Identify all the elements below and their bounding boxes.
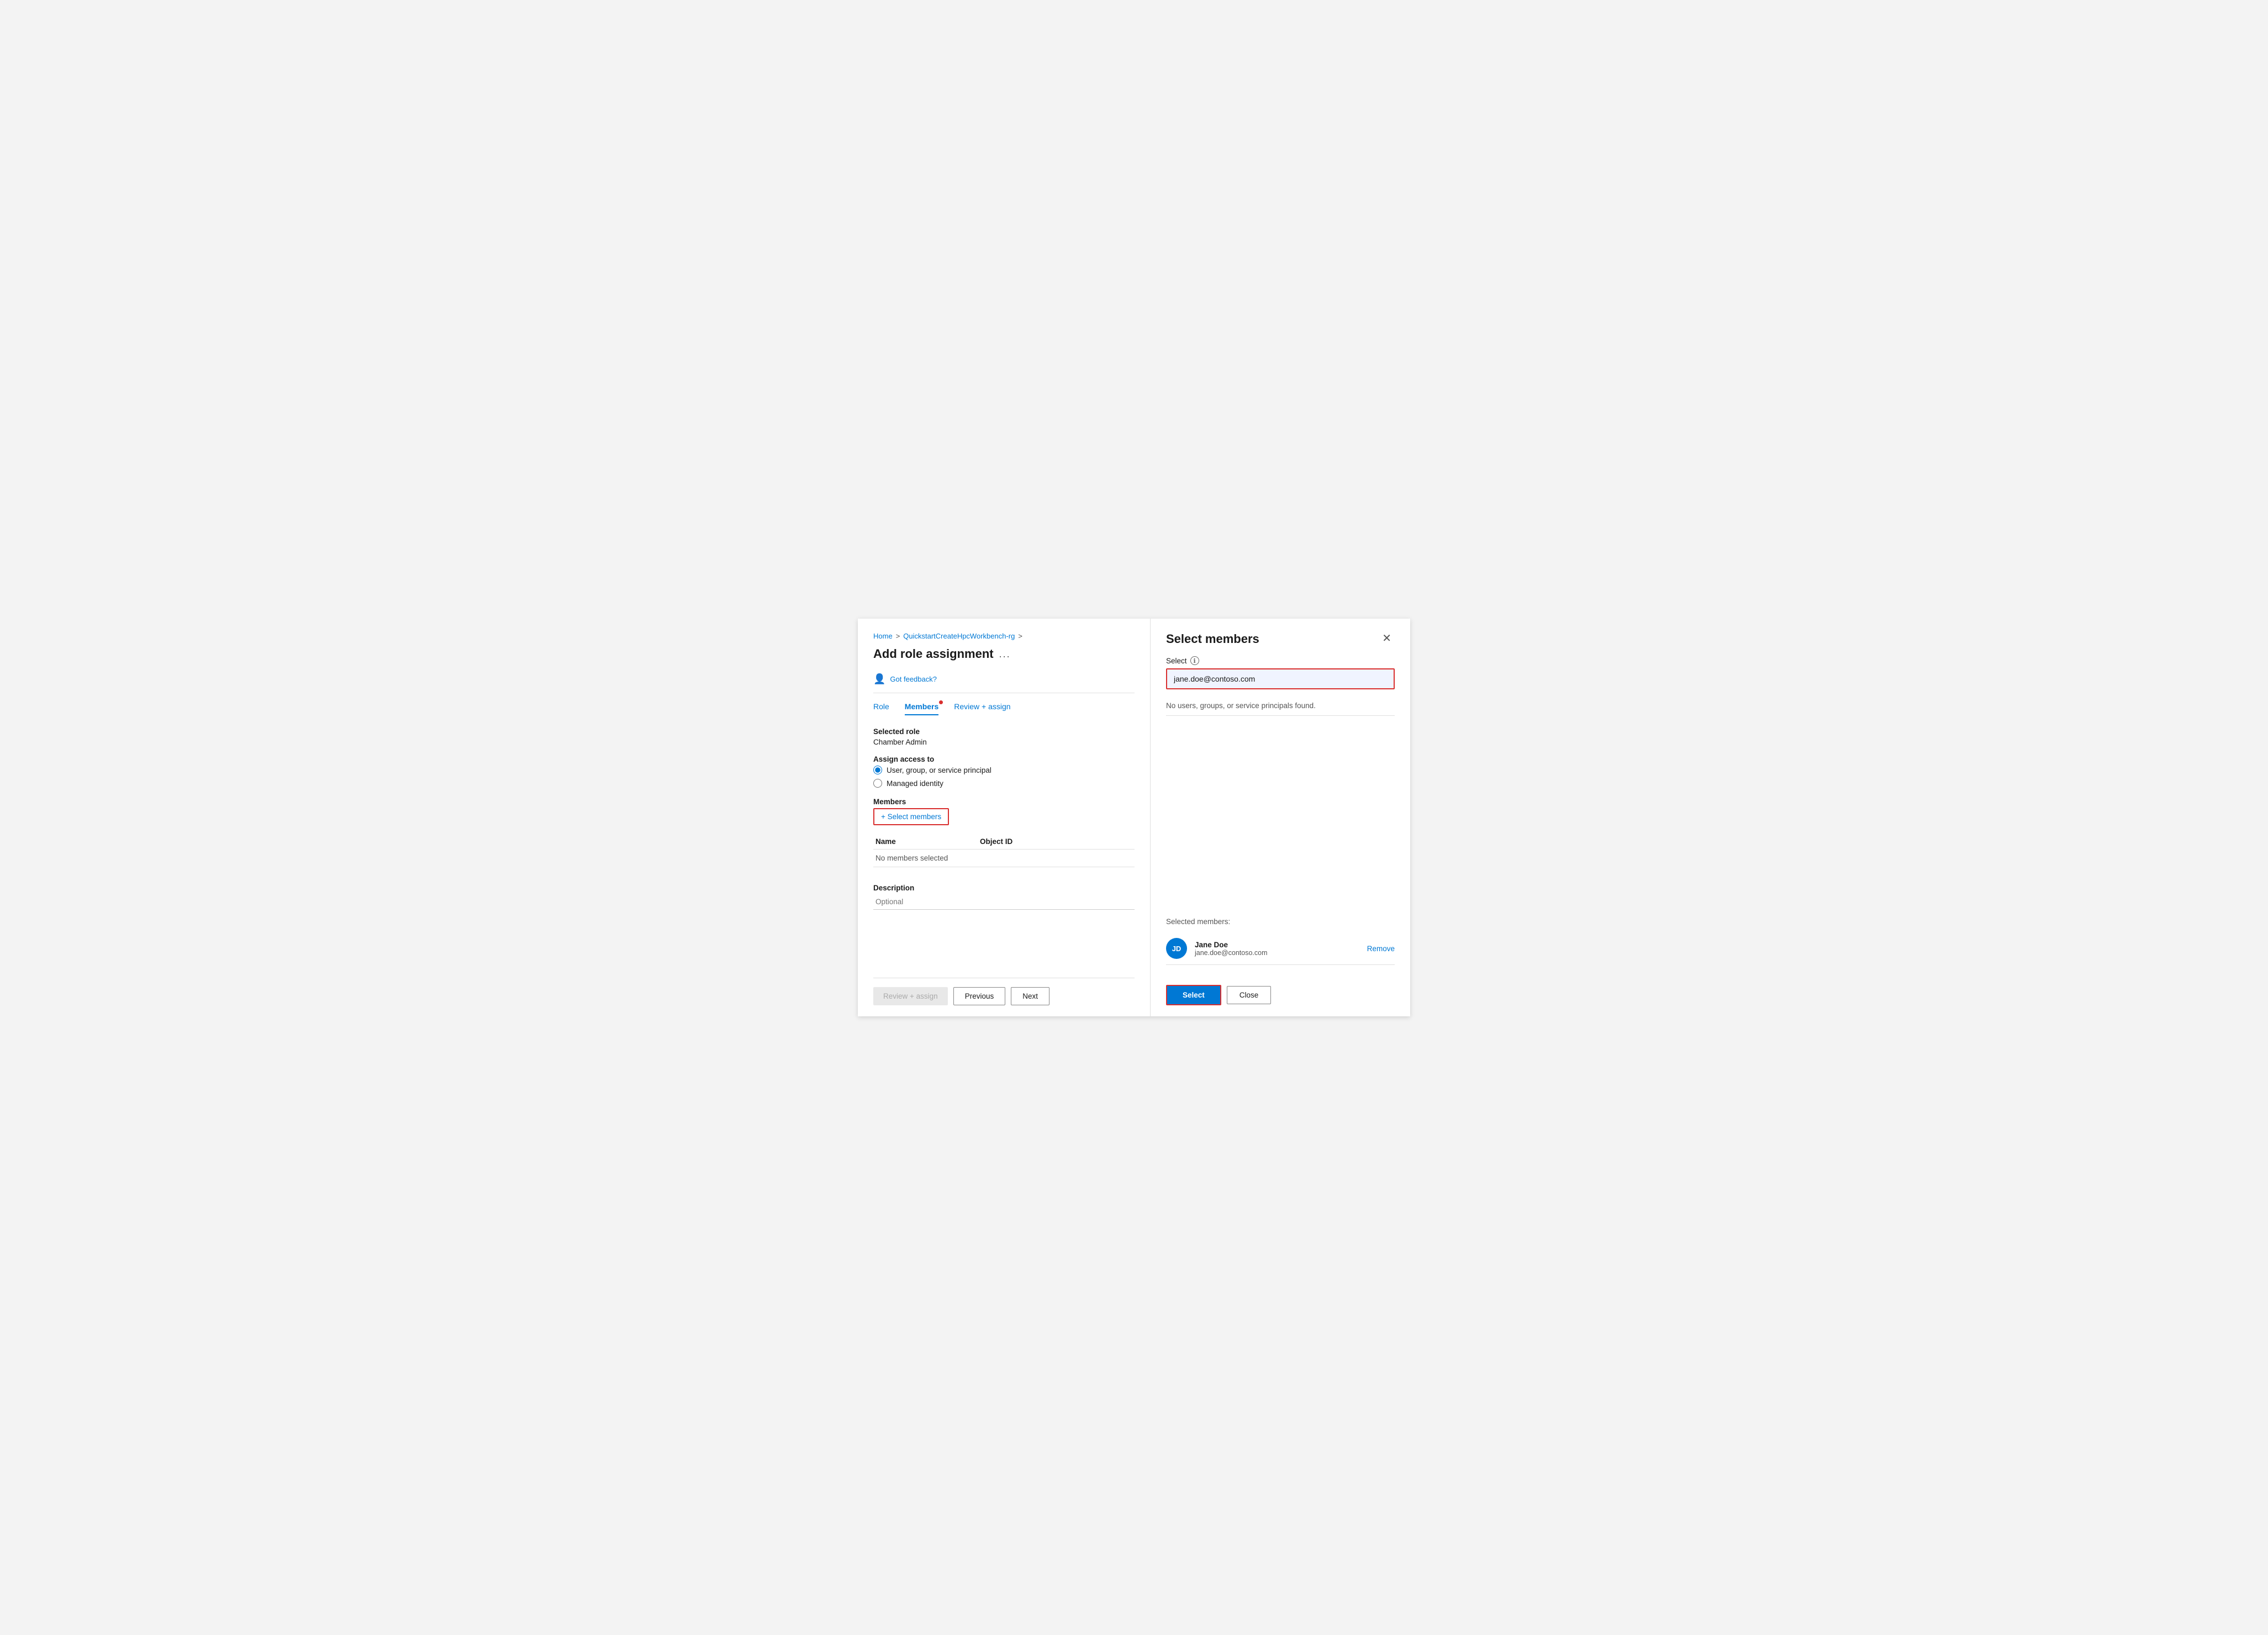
member-email: jane.doe@contoso.com — [1195, 949, 1359, 957]
right-bottom-bar: Select Close — [1166, 976, 1395, 1005]
selected-role-section: Selected role Chamber Admin — [873, 727, 1135, 755]
previous-button[interactable]: Previous — [953, 987, 1006, 1005]
close-panel-button[interactable]: ✕ — [1379, 632, 1395, 645]
feedback-bar[interactable]: 👤 Got feedback? — [873, 669, 1135, 693]
members-section: Members + Select members Name Object ID … — [873, 798, 1135, 878]
search-input[interactable] — [1166, 668, 1395, 689]
review-assign-button: Review + assign — [873, 987, 948, 1005]
members-label: Members — [873, 798, 1135, 806]
feedback-icon: 👤 — [873, 673, 885, 685]
selected-members-section: Selected members: JD Jane Doe jane.doe@c… — [1166, 917, 1395, 965]
page-title: Add role assignment — [873, 647, 994, 661]
left-panel: Home > QuickstartCreateHpcWorkbench-rg >… — [858, 619, 1151, 1016]
page-title-row: Add role assignment ... — [873, 647, 1135, 661]
radio-user-label: User, group, or service principal — [887, 766, 991, 774]
close-button[interactable]: Close — [1227, 986, 1272, 1004]
radio-managed-label: Managed identity — [887, 779, 943, 788]
radio-user-input[interactable] — [873, 766, 882, 774]
avatar: JD — [1166, 938, 1187, 959]
radio-managed-input[interactable] — [873, 779, 882, 788]
table-row: No members selected — [873, 850, 1135, 867]
description-input[interactable] — [873, 894, 1135, 910]
radio-user[interactable]: User, group, or service principal — [873, 766, 1135, 774]
tab-role[interactable]: Role — [873, 702, 889, 715]
col-object-id: Object ID — [978, 833, 1135, 850]
description-section: Description — [873, 884, 1135, 910]
info-icon: ℹ — [1190, 656, 1199, 665]
tabs: Role Members Review + assign — [873, 702, 1135, 715]
table-header-row: Name Object ID — [873, 833, 1135, 850]
select-button[interactable]: Select — [1166, 985, 1221, 1005]
tab-members[interactable]: Members — [905, 702, 938, 715]
member-info: Jane Doe jane.doe@contoso.com — [1195, 941, 1359, 957]
description-label: Description — [873, 884, 1135, 892]
members-table: Name Object ID No members selected — [873, 833, 1135, 867]
no-members-cell: No members selected — [873, 850, 1135, 867]
assign-access-section: Assign access to User, group, or service… — [873, 755, 1135, 798]
breadcrumb-sep2: > — [1018, 632, 1022, 640]
member-row: JD Jane Doe jane.doe@contoso.com Remove — [1166, 932, 1395, 965]
feedback-label: Got feedback? — [890, 675, 937, 683]
breadcrumb-sep1: > — [896, 632, 900, 640]
panel-header: Select members ✕ — [1166, 632, 1395, 646]
panel-title: Select members — [1166, 632, 1259, 646]
breadcrumb: Home > QuickstartCreateHpcWorkbench-rg > — [873, 632, 1135, 640]
select-label-row: Select ℹ — [1166, 656, 1395, 665]
member-name: Jane Doe — [1195, 941, 1359, 949]
more-options-icon[interactable]: ... — [999, 648, 1011, 660]
bottom-bar: Review + assign Previous Next — [873, 978, 1135, 1005]
selected-members-label: Selected members: — [1166, 917, 1395, 926]
select-members-button[interactable]: + Select members — [873, 808, 949, 825]
breadcrumb-rg[interactable]: QuickstartCreateHpcWorkbench-rg — [903, 632, 1015, 640]
members-tab-dot — [939, 700, 943, 704]
next-button[interactable]: Next — [1011, 987, 1049, 1005]
breadcrumb-home[interactable]: Home — [873, 632, 893, 640]
tab-review-assign[interactable]: Review + assign — [954, 702, 1010, 715]
assign-access-label: Assign access to — [873, 755, 1135, 763]
radio-managed[interactable]: Managed identity — [873, 779, 1135, 788]
selected-role-value: Chamber Admin — [873, 738, 1135, 746]
col-name: Name — [873, 833, 978, 850]
selected-role-label: Selected role — [873, 727, 1135, 736]
remove-member-button[interactable]: Remove — [1367, 945, 1395, 953]
right-panel: Select members ✕ Select ℹ No users, grou… — [1151, 619, 1410, 1016]
radio-group: User, group, or service principal Manage… — [873, 766, 1135, 788]
select-label: Select — [1166, 657, 1187, 665]
no-results-text: No users, groups, or service principals … — [1166, 697, 1395, 716]
